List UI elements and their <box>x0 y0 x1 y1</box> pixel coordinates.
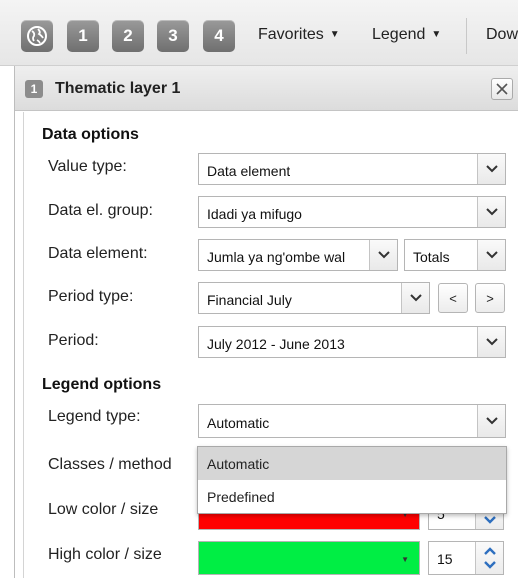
panel-header: 1 Thematic layer 1 <box>15 66 518 111</box>
period-value: July 2012 - June 2013 <box>207 336 345 352</box>
dropdown-option-predefined[interactable]: Predefined <box>198 480 506 513</box>
value-type-combo[interactable]: Data element <box>198 153 506 185</box>
data-element-detail-value: Totals <box>413 249 450 265</box>
layer-1-button[interactable]: 1 <box>67 20 99 52</box>
data-options-heading: Data options <box>42 126 139 143</box>
high-size-spinner[interactable]: 15 <box>428 541 504 575</box>
dropdown-option-label: Predefined <box>207 489 275 505</box>
period-combo[interactable]: July 2012 - June 2013 <box>198 326 506 358</box>
layer-2-button[interactable]: 2 <box>112 20 144 52</box>
chevron-up-icon[interactable] <box>483 544 497 558</box>
legend-type-value: Automatic <box>207 415 270 431</box>
high-size-value: 15 <box>437 551 453 567</box>
next-period-button[interactable]: > <box>475 283 505 313</box>
legend-options-heading: Legend options <box>42 376 162 393</box>
chevron-down-icon[interactable] <box>401 283 429 313</box>
chevron-down-icon[interactable] <box>369 240 397 270</box>
download-label: Dow <box>486 26 518 43</box>
spinner-arrows[interactable] <box>475 542 503 574</box>
caret-down-icon: ▼ <box>431 29 442 40</box>
chevron-down-icon[interactable] <box>477 240 505 270</box>
layer-number-badge: 1 <box>25 80 43 98</box>
favorites-menu[interactable]: Favorites ▼ <box>258 26 340 44</box>
chevron-down-icon[interactable] <box>477 327 505 357</box>
layer-3-button[interactable]: 3 <box>157 20 189 52</box>
download-menu[interactable]: Dow <box>486 26 518 44</box>
chevron-down-icon[interactable] <box>477 154 505 184</box>
period-type-value: Financial July <box>207 292 292 308</box>
data-el-group-value: Idadi ya mifugo <box>207 206 302 222</box>
high-color-size-label: High color / size <box>48 546 162 563</box>
value-type-label: Value type: <box>48 158 127 175</box>
classes-method-label: Classes / method <box>48 456 172 473</box>
top-toolbar: 1 2 3 4 Favorites ▼ Legend ▼ Dow <box>0 0 518 66</box>
legend-type-label: Legend type: <box>48 408 141 425</box>
legend-menu[interactable]: Legend ▼ <box>372 26 441 44</box>
data-element-label: Data element: <box>48 245 148 262</box>
data-element-combo[interactable]: Jumla ya ng'ombe wal <box>198 239 398 271</box>
legend-label: Legend <box>372 26 426 43</box>
dropdown-option-label: Automatic <box>207 456 270 472</box>
data-element-detail-combo[interactable]: Totals <box>404 239 506 271</box>
close-icon <box>496 83 508 95</box>
dropdown-option-automatic[interactable]: Automatic <box>198 447 506 480</box>
previous-period-button[interactable]: < <box>438 283 468 313</box>
chevron-down-icon[interactable] <box>483 513 497 527</box>
chevron-down-icon[interactable] <box>477 197 505 227</box>
globe-icon[interactable] <box>21 20 53 52</box>
data-element-value: Jumla ya ng'ombe wal <box>207 249 346 265</box>
chevron-down-icon[interactable] <box>477 405 505 437</box>
period-label: Period: <box>48 332 99 349</box>
chevron-down-icon[interactable] <box>483 558 497 572</box>
toolbar-divider <box>466 18 467 54</box>
caret-down-icon: ▼ <box>329 29 340 40</box>
caret-down-icon: ▼ <box>401 555 409 564</box>
value-type-value: Data element <box>207 163 291 179</box>
panel-title: Thematic layer 1 <box>55 80 181 97</box>
favorites-label: Favorites <box>258 26 324 43</box>
data-el-group-combo[interactable]: Idadi ya mifugo <box>198 196 506 228</box>
legend-type-combo[interactable]: Automatic <box>198 404 506 438</box>
legend-type-dropdown-list: Automatic Predefined <box>197 446 507 514</box>
period-type-label: Period type: <box>48 288 134 305</box>
high-color-picker[interactable]: ▼ <box>198 541 420 575</box>
close-button[interactable] <box>491 78 513 100</box>
period-type-combo[interactable]: Financial July <box>198 282 430 314</box>
layer-4-button[interactable]: 4 <box>203 20 235 52</box>
low-color-size-label: Low color / size <box>48 501 159 518</box>
data-el-group-label: Data el. group: <box>48 202 153 219</box>
